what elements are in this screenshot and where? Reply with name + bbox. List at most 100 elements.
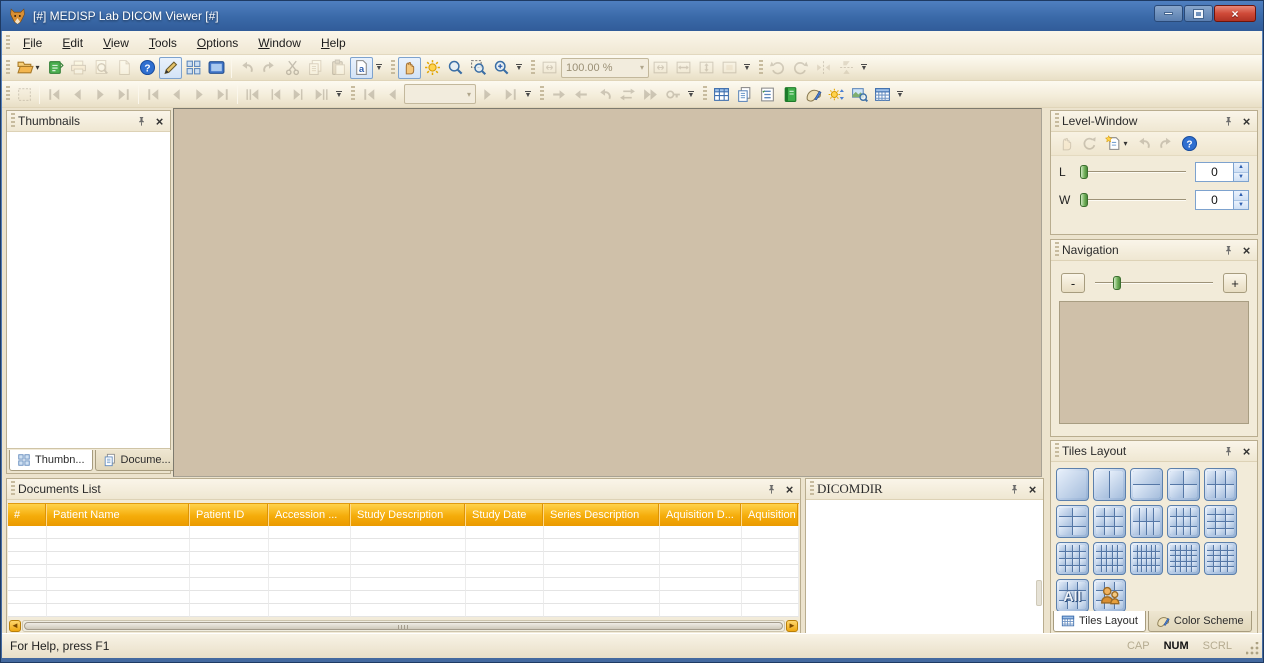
rotate-right-button[interactable] [789, 57, 812, 79]
slider-thumb[interactable] [1080, 193, 1088, 207]
window-level-tool-button[interactable] [421, 57, 444, 79]
toolbar-overflow-button[interactable]: ▼ [741, 57, 753, 79]
redo-level-button[interactable] [1155, 133, 1178, 155]
l-value-spinner[interactable]: 0▲▼ [1195, 162, 1249, 182]
navigation-zoom-slider[interactable] [1093, 275, 1215, 291]
dicomdir-scroll-nub[interactable] [1036, 580, 1042, 606]
loop-button[interactable] [593, 83, 616, 105]
column-header-series-description[interactable]: Series Description [544, 504, 660, 526]
tile-layout-2x2[interactable] [1167, 468, 1200, 501]
menu-edit[interactable]: Edit [52, 33, 93, 53]
pin-button[interactable] [1221, 243, 1236, 258]
help-button[interactable] [136, 57, 159, 79]
full-screen-button[interactable] [205, 57, 228, 79]
tile-layout-3x4[interactable] [1167, 505, 1200, 538]
scrollbar-thumb[interactable] [24, 622, 783, 630]
toolbar-grip[interactable] [759, 60, 763, 76]
previous-study-button[interactable] [165, 83, 188, 105]
tile-layout-5x4[interactable] [1204, 542, 1237, 575]
toolbar-overflow-button[interactable]: ▼ [894, 83, 906, 105]
toolbar-grip[interactable] [540, 86, 544, 102]
tile-layout-4x4[interactable] [1056, 542, 1089, 575]
toolbar-grip[interactable] [6, 60, 10, 76]
pin-button[interactable] [1221, 444, 1236, 459]
fit-page-button[interactable] [718, 57, 741, 79]
spin-down-button[interactable]: ▼ [1234, 173, 1248, 182]
next-image-button[interactable] [476, 83, 499, 105]
print-preview-button[interactable] [90, 57, 113, 79]
tile-layout-2x1[interactable] [1130, 468, 1163, 501]
close-button[interactable]: × [1214, 5, 1256, 22]
tile-layout-3x3[interactable] [1093, 505, 1126, 538]
column-header-aquisition-t-[interactable]: Aquisition T... [742, 504, 799, 526]
annotation-pen-button[interactable] [159, 57, 182, 79]
column-header-aquisition-d-[interactable]: Aquisition D... [660, 504, 742, 526]
column-header-accession-[interactable]: Accession ... [269, 504, 351, 526]
fit-height-button[interactable] [695, 57, 718, 79]
column-header-patient-id[interactable]: Patient ID [190, 504, 269, 526]
tab-tiles-layout[interactable]: Tiles Layout [1053, 611, 1146, 632]
open-file-button[interactable]: ▾ [13, 57, 44, 79]
toolbar-grip[interactable] [391, 60, 395, 76]
navigation-preview[interactable] [1059, 301, 1249, 424]
close-panel-button[interactable]: × [1025, 482, 1040, 497]
first-series-button[interactable] [241, 83, 264, 105]
tab-thumbn[interactable]: Thumbn... [9, 450, 93, 471]
spin-up-button[interactable]: ▲ [1234, 191, 1248, 201]
spin-up-button[interactable]: ▲ [1234, 163, 1248, 173]
l-slider[interactable] [1078, 164, 1188, 180]
next-patient-button[interactable] [89, 83, 112, 105]
scrollbar-track[interactable] [22, 620, 785, 632]
pin-button[interactable] [764, 482, 779, 497]
pin-button[interactable] [134, 114, 149, 129]
previous-series-button[interactable] [264, 83, 287, 105]
level-window-header[interactable]: Level-Window × [1051, 111, 1257, 132]
level-help-button[interactable] [1178, 133, 1201, 155]
table-row[interactable] [8, 604, 799, 617]
fit-width-button[interactable] [672, 57, 695, 79]
show-series-list-button[interactable] [756, 83, 779, 105]
fast-forward-button[interactable] [639, 83, 662, 105]
tile-layout-patients[interactable] [1093, 579, 1126, 612]
resize-grip[interactable] [1246, 642, 1259, 655]
tab-color-scheme[interactable]: Color Scheme [1148, 611, 1252, 632]
navigation-header[interactable]: Navigation × [1051, 240, 1257, 261]
show-thumbnails-button[interactable] [733, 83, 756, 105]
last-patient-button[interactable] [112, 83, 135, 105]
toolbar-overflow-button[interactable]: ▼ [513, 57, 525, 79]
table-row[interactable] [8, 591, 799, 604]
toolbar-grip[interactable] [531, 60, 535, 76]
tile-layout-1x2[interactable] [1093, 468, 1126, 501]
import-dicomdir-button[interactable] [44, 57, 67, 79]
restore-button[interactable] [1184, 5, 1213, 22]
tile-layout-2x3[interactable] [1204, 468, 1237, 501]
thumbnails-panel-header[interactable]: Thumbnails × [7, 111, 170, 132]
last-image-button[interactable] [499, 83, 522, 105]
first-image-button[interactable] [358, 83, 381, 105]
zoom-percent-combo[interactable]: 100.00 %▾ [561, 58, 649, 78]
column-header-study-description[interactable]: Study Description [351, 504, 466, 526]
show-color-scheme-button[interactable] [802, 83, 825, 105]
next-study-button[interactable] [188, 83, 211, 105]
zoom-in-button[interactable]: + [1223, 273, 1247, 293]
tile-layout-1x1[interactable] [1056, 468, 1089, 501]
auto-level-button[interactable] [1055, 133, 1078, 155]
table-row[interactable] [8, 552, 799, 565]
flip-vertical-button[interactable] [835, 57, 858, 79]
undo-button[interactable] [235, 57, 258, 79]
bounce-button[interactable] [616, 83, 639, 105]
close-panel-button[interactable]: × [782, 482, 797, 497]
menu-tools[interactable]: Tools [139, 33, 187, 53]
actual-size-button[interactable] [649, 57, 672, 79]
menu-grip[interactable] [6, 35, 10, 51]
toolbar-grip[interactable] [703, 86, 707, 102]
copy-button[interactable] [304, 57, 327, 79]
next-series-button[interactable] [287, 83, 310, 105]
show-navigation-button[interactable] [848, 83, 871, 105]
previous-patient-button[interactable] [66, 83, 89, 105]
menu-options[interactable]: Options [187, 33, 248, 53]
dicomdir-tree[interactable] [806, 500, 1043, 634]
redo-button[interactable] [258, 57, 281, 79]
close-panel-button[interactable]: × [152, 114, 167, 129]
select-region-button[interactable] [13, 83, 36, 105]
